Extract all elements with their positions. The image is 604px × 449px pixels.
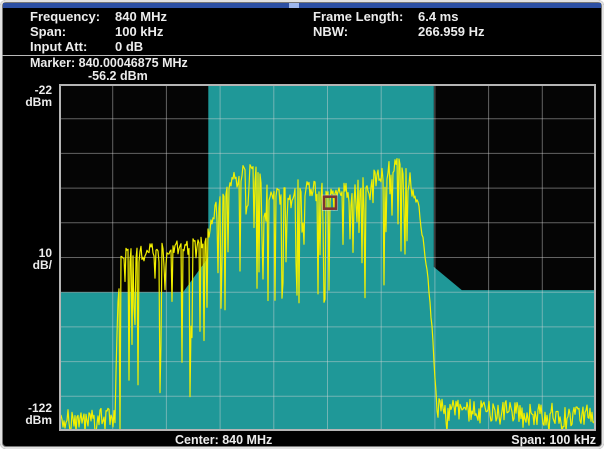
frame-length-value: 6.4 ms — [418, 9, 458, 24]
spectrum-analyzer-screen: Frequency: 840 MHz Span: 100 kHz Input A… — [0, 0, 604, 449]
span-footer-label: Span: 100 kHz — [511, 433, 596, 447]
scale-per-div-label: 10 dB/ — [0, 247, 52, 271]
span-row: Span: 100 kHz — [30, 24, 313, 39]
span-label: Span: — [30, 24, 115, 39]
title-strip — [3, 3, 601, 8]
bottom-level-label: -122 dBm — [0, 402, 52, 426]
frequency-row: Frequency: 840 MHz — [30, 9, 313, 24]
nbw-row: NBW: 266.959 Hz — [313, 24, 485, 39]
bottom-level-unit: dBm — [0, 414, 52, 426]
marker-level-value: -56.2 dBm — [30, 70, 188, 83]
input-att-label: Input Att: — [30, 39, 115, 54]
marker-label: Marker: — [30, 56, 75, 70]
center-frequency-label: Center: 840 MHz — [175, 433, 272, 447]
ref-level-label: -22 dBm — [0, 84, 52, 108]
nbw-value: 266.959 Hz — [418, 24, 485, 39]
span-value: 100 kHz — [115, 24, 163, 39]
strip-handle — [289, 3, 299, 8]
settings-left-column: Frequency: 840 MHz Span: 100 kHz Input A… — [30, 9, 313, 54]
spectrum-plot — [59, 84, 596, 431]
input-att-row: Input Att: 0 dB — [30, 39, 313, 54]
settings-header: Frequency: 840 MHz Span: 100 kHz Input A… — [30, 9, 596, 54]
frame-length-label: Frame Length: — [313, 9, 418, 24]
frequency-label: Frequency: — [30, 9, 115, 24]
scale-unit: dB/ — [0, 259, 52, 271]
marker-readout: Marker: 840.00046875 MHz -56.2 dBm — [30, 57, 188, 83]
frequency-value: 840 MHz — [115, 9, 167, 24]
input-att-value: 0 dB — [115, 39, 143, 54]
marker-frequency-value: 840.00046875 MHz — [79, 56, 188, 70]
ref-level-unit: dBm — [0, 96, 52, 108]
settings-right-column: Frame Length: 6.4 ms NBW: 266.959 Hz — [313, 9, 485, 54]
nbw-label: NBW: — [313, 24, 418, 39]
frame-length-row: Frame Length: 6.4 ms — [313, 9, 485, 24]
